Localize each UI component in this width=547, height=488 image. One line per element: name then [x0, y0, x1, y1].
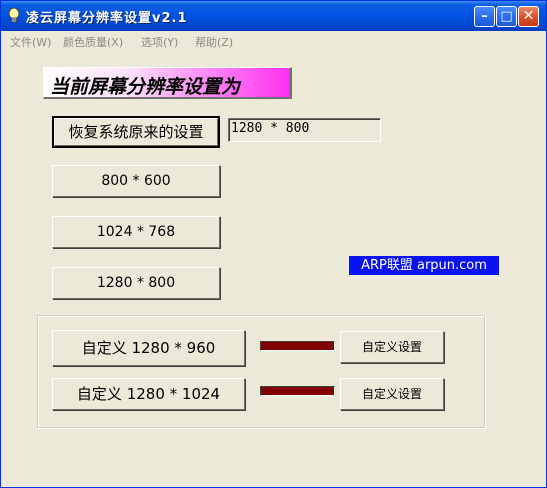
brand-label: ARP联盟 arpun.com	[349, 256, 499, 275]
custom-1280x960-indicator	[260, 341, 335, 351]
restore-original-button[interactable]: 恢复系统原来的设置	[52, 116, 220, 148]
maximize-button[interactable]: □	[496, 6, 517, 27]
menu-file[interactable]: 文件(W)	[10, 34, 51, 50]
custom-1280x1024-settings-button[interactable]: 自定义设置	[340, 378, 444, 410]
custom-1280x960-settings-button[interactable]: 自定义设置	[340, 331, 444, 363]
custom-1280x960-button[interactable]: 自定义 1280 * 960	[52, 330, 245, 366]
current-resolution-heading: 当前屏幕分辨率设置为	[43, 67, 292, 99]
heading-text: 当前屏幕分辨率设置为	[50, 76, 241, 98]
menu-options[interactable]: 选项(Y)	[141, 34, 178, 50]
close-button[interactable]: ✕	[518, 6, 539, 27]
current-resolution-display: 1280 * 800	[228, 118, 381, 142]
window-title: 凌云屏幕分辨率设置v2.1	[26, 11, 188, 26]
app-window: 凌云屏幕分辨率设置v2.1 – □ ✕ 文件(W) 颜色质量(X) 选项(Y) …	[0, 0, 547, 488]
menu-color-quality[interactable]: 颜色质量(X)	[63, 34, 123, 50]
preset-1280x800-button[interactable]: 1280 * 800	[52, 267, 220, 299]
custom-1280x1024-button[interactable]: 自定义 1280 * 1024	[52, 378, 245, 410]
preset-1024x768-button[interactable]: 1024 * 768	[52, 216, 220, 248]
menu-bar: 文件(W) 颜色质量(X) 选项(Y) 帮助(Z)	[1, 31, 546, 51]
preset-800x600-button[interactable]: 800 * 600	[52, 165, 220, 197]
menu-help[interactable]: 帮助(Z)	[195, 34, 233, 50]
custom-1280x1024-indicator	[260, 386, 335, 396]
lightbulb-icon	[8, 7, 20, 23]
minimize-button[interactable]: –	[474, 6, 495, 27]
title-bar[interactable]: 凌云屏幕分辨率设置v2.1 – □ ✕	[1, 1, 546, 31]
